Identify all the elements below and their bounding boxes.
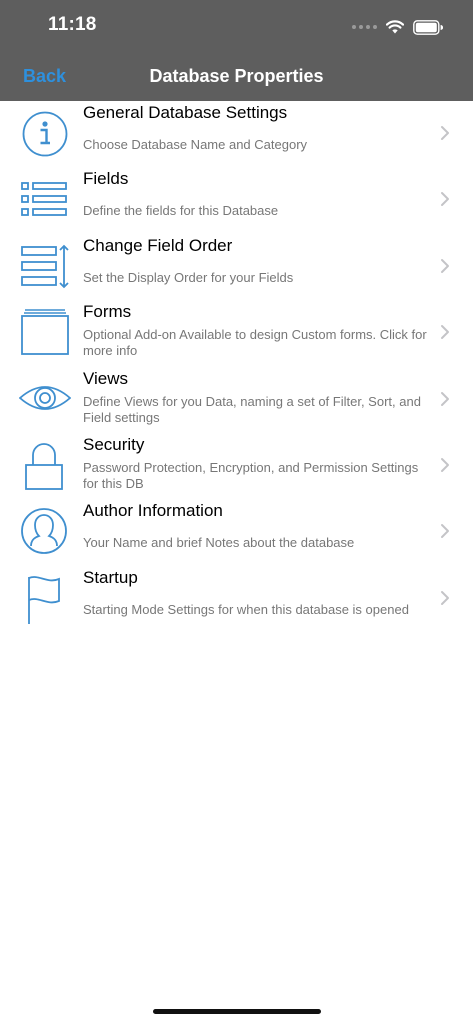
list-item-general-settings[interactable]: General Database Settings Choose Databas… [0, 101, 473, 167]
flag-icon [28, 575, 60, 624]
item-subtitle: Optional Add-on Available to design Cust… [83, 327, 427, 359]
user-icon [21, 508, 67, 555]
status-icons [352, 16, 443, 38]
item-title: General Database Settings [83, 103, 288, 122]
item-subtitle: Your Name and brief Notes about the data… [83, 535, 355, 551]
properties-list: General Database Settings Choose Databas… [0, 101, 473, 632]
item-title: Startup [83, 567, 138, 587]
item-subtitle: Password Protection, Encryption, and Per… [83, 459, 419, 491]
list-item-fields[interactable]: Fields Define the fields for this Databa… [0, 167, 473, 233]
forms-icon [21, 309, 69, 356]
list-item-change-field-order[interactable]: Change Field Order Set the Display Order… [0, 234, 473, 300]
chevron-right-icon [441, 590, 449, 605]
list-item-views[interactable]: Views Define Views for you Data, naming … [0, 367, 473, 433]
chevron-right-icon [441, 391, 449, 406]
item-subtitle: Set the Display Order for your Fields [83, 269, 294, 285]
item-title: Forms [83, 302, 132, 322]
chevron-right-icon [441, 258, 449, 273]
battery-icon [413, 19, 443, 35]
cellular-signal-icon [352, 25, 377, 29]
list-item-startup[interactable]: Startup Starting Mode Settings for when … [0, 566, 473, 632]
item-subtitle: Define the fields for this Database [83, 203, 279, 219]
info-icon [22, 111, 68, 157]
field-order-icon [21, 244, 69, 289]
item-subtitle: Choose Database Name and Category [83, 137, 308, 152]
fields-list-icon [21, 182, 67, 217]
chevron-right-icon [441, 325, 449, 340]
navigation-bar: 11:18 Back Database Properties [0, 0, 473, 101]
chevron-right-icon [441, 126, 449, 140]
list-item-security[interactable]: Security Password Protection, Encryption… [0, 433, 473, 499]
eye-icon [19, 385, 71, 410]
home-indicator[interactable] [153, 1009, 321, 1014]
chevron-right-icon [441, 457, 449, 472]
chevron-right-icon [441, 192, 449, 207]
wifi-icon [386, 20, 404, 34]
lock-icon [25, 443, 63, 490]
item-title: Fields [83, 169, 129, 189]
item-title: Security [83, 434, 145, 454]
item-title: Author Information [83, 501, 223, 521]
page-title: Database Properties [149, 66, 324, 86]
chevron-right-icon [441, 524, 449, 539]
item-subtitle: Define Views for you Data, naming a set … [83, 393, 421, 425]
list-item-author-information[interactable]: Author Information Your Name and brief N… [0, 499, 473, 565]
item-title: Views [83, 368, 129, 388]
status-time: 11:18 [48, 14, 97, 35]
item-title: Change Field Order [83, 235, 233, 255]
item-subtitle: Starting Mode Settings for when this dat… [83, 601, 409, 617]
list-item-forms[interactable]: Forms Optional Add-on Available to desig… [0, 300, 473, 366]
